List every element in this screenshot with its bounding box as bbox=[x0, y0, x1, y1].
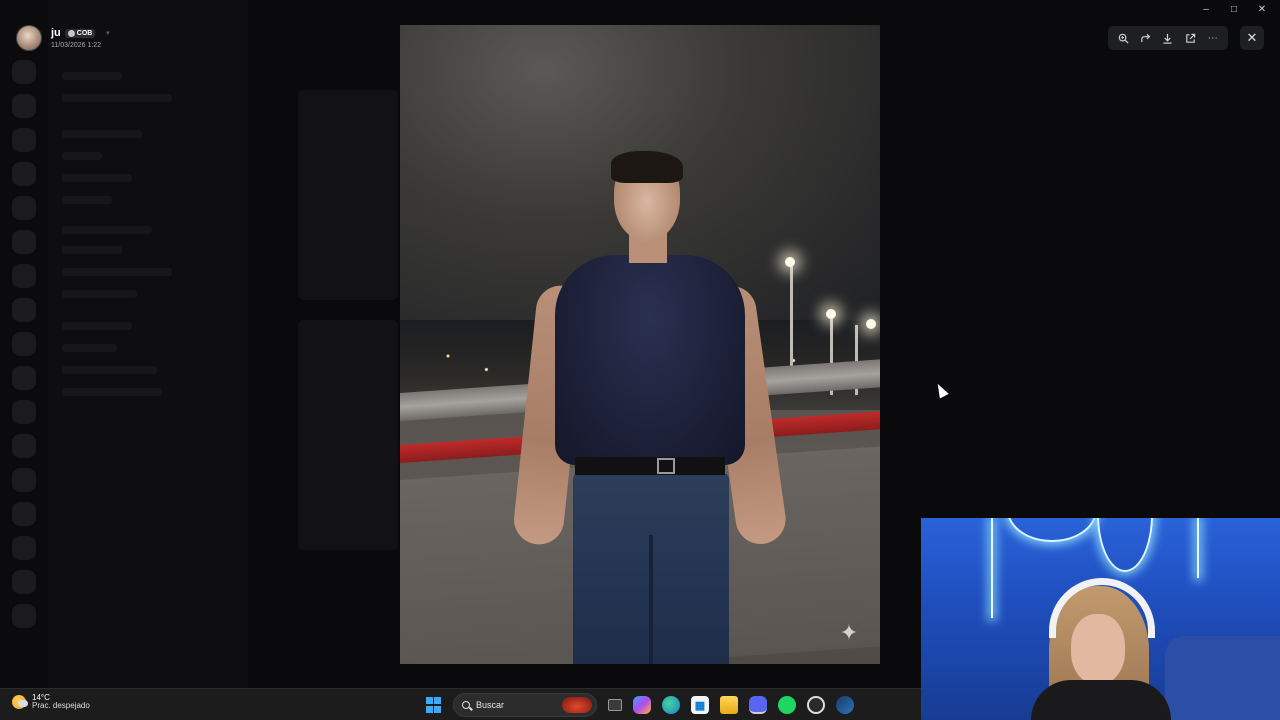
server-icon bbox=[12, 298, 36, 322]
channel-row bbox=[62, 366, 157, 374]
weather-condition: Prac. despejado bbox=[32, 701, 90, 711]
tag-label: COB bbox=[76, 29, 93, 37]
channel-row bbox=[62, 130, 142, 138]
discord-icon[interactable] bbox=[749, 696, 767, 714]
server-icon bbox=[12, 604, 36, 628]
street-lamp bbox=[826, 309, 836, 319]
channel-row bbox=[62, 322, 132, 330]
obs-icon[interactable] bbox=[807, 696, 825, 714]
edge-icon[interactable] bbox=[662, 696, 680, 714]
media-viewer-header: ju COB 11/03/2026 1:22 ▾ bbox=[16, 24, 110, 52]
server-tag: COB bbox=[64, 28, 96, 38]
file-explorer-icon[interactable] bbox=[720, 696, 738, 714]
server-icon bbox=[12, 570, 36, 594]
search-highlight-icon bbox=[562, 697, 592, 713]
channel-row bbox=[62, 344, 117, 352]
server-icon bbox=[12, 128, 36, 152]
username[interactable]: ju bbox=[51, 27, 61, 39]
server-icon bbox=[12, 94, 36, 118]
message-image bbox=[298, 90, 398, 300]
message-timestamp: 11/03/2026 1:22 bbox=[51, 41, 102, 49]
server-icon bbox=[12, 366, 36, 390]
task-view-icon[interactable] bbox=[608, 699, 622, 711]
zoom-in-icon[interactable] bbox=[1115, 30, 1131, 46]
neon-light bbox=[1097, 518, 1153, 572]
webcam-overlay bbox=[921, 518, 1280, 720]
server-icon bbox=[12, 230, 36, 254]
media-toolbar: ⋯ bbox=[1108, 26, 1228, 50]
author-row: ju COB bbox=[51, 27, 101, 39]
person-polo-shirt bbox=[555, 255, 745, 465]
headset-icon bbox=[1049, 578, 1155, 638]
channel-row bbox=[62, 174, 132, 182]
server-icon bbox=[12, 332, 36, 356]
more-icon[interactable]: ⋯ bbox=[1205, 30, 1221, 46]
person-jeans-seam bbox=[649, 535, 653, 664]
neon-light bbox=[991, 518, 993, 618]
photo-person bbox=[511, 151, 789, 664]
server-icon bbox=[12, 434, 36, 458]
channel-row bbox=[62, 246, 122, 254]
server-icon bbox=[12, 196, 36, 220]
taskbar-apps: Buscar ▦ bbox=[424, 693, 854, 717]
download-icon[interactable] bbox=[1160, 30, 1176, 46]
channel-row bbox=[62, 196, 112, 204]
streamer-shirt bbox=[1031, 680, 1171, 720]
minimize-icon[interactable]: – bbox=[1200, 3, 1212, 15]
person-hair bbox=[611, 151, 683, 183]
server-icon bbox=[12, 264, 36, 288]
server-icon bbox=[12, 536, 36, 560]
channel-row bbox=[62, 290, 137, 298]
neon-light bbox=[1007, 518, 1097, 542]
channel-list bbox=[48, 0, 248, 688]
server-icon bbox=[12, 400, 36, 424]
store-icon[interactable]: ▦ bbox=[691, 696, 709, 714]
forward-icon[interactable] bbox=[1138, 30, 1154, 46]
spotify-icon[interactable] bbox=[778, 696, 796, 714]
copilot-icon[interactable] bbox=[633, 696, 651, 714]
server-icon bbox=[12, 162, 36, 186]
search-label: Buscar bbox=[476, 700, 505, 710]
author-meta: ju COB 11/03/2026 1:22 bbox=[51, 27, 102, 49]
street-lamp bbox=[866, 319, 876, 329]
taskbar-search[interactable]: Buscar bbox=[453, 693, 597, 717]
window-close-icon[interactable]: ✕ bbox=[1256, 3, 1268, 15]
window-controls: – □ ✕ bbox=[1200, 3, 1268, 15]
channel-row bbox=[62, 388, 162, 396]
search-icon bbox=[462, 701, 470, 709]
message-image bbox=[298, 320, 398, 550]
partly-cloudy-icon bbox=[12, 695, 28, 710]
avatar[interactable] bbox=[16, 25, 42, 51]
channel-row bbox=[62, 268, 172, 276]
belt-buckle bbox=[657, 458, 675, 474]
windows-taskbar: 14°C Prac. despejado Buscar ▦ bbox=[0, 688, 921, 720]
channel-row bbox=[62, 72, 122, 80]
weather-widget[interactable]: 14°C Prac. despejado bbox=[12, 693, 90, 711]
server-list bbox=[0, 50, 48, 688]
server-icon bbox=[12, 502, 36, 526]
open-external-icon[interactable] bbox=[1182, 30, 1198, 46]
channel-row bbox=[62, 152, 102, 160]
neon-light bbox=[1197, 518, 1199, 578]
street-lamp bbox=[785, 257, 795, 267]
viewed-photo[interactable] bbox=[400, 25, 880, 664]
chevron-down-icon[interactable]: ▾ bbox=[106, 29, 110, 37]
channel-row bbox=[62, 226, 152, 234]
sparkle-icon: ✦ bbox=[839, 620, 859, 645]
server-icon bbox=[12, 468, 36, 492]
windows-start-icon[interactable] bbox=[424, 696, 442, 714]
maximize-icon[interactable]: □ bbox=[1228, 3, 1240, 15]
channel-row bbox=[62, 94, 172, 102]
webcam-bed bbox=[1165, 636, 1280, 720]
server-icon bbox=[12, 60, 36, 84]
person-belt bbox=[575, 457, 725, 475]
close-icon[interactable]: ✕ bbox=[1240, 26, 1264, 50]
weather-text: 14°C Prac. despejado bbox=[32, 693, 90, 711]
steam-icon[interactable] bbox=[836, 696, 854, 714]
tag-icon bbox=[67, 29, 75, 37]
